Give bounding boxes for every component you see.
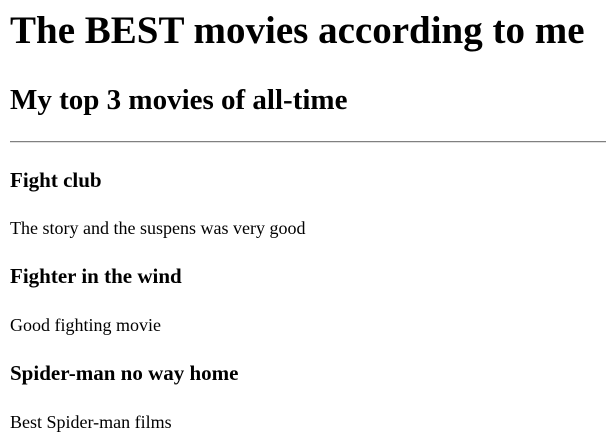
movie-title: Fight club	[10, 168, 102, 192]
movie-description: Good fighting movie	[10, 315, 161, 335]
movie-description: Best Spider-man films	[10, 412, 172, 432]
page-title: The BEST movies according to me	[10, 9, 585, 52]
movie-title: Fighter in the wind	[10, 264, 182, 288]
horizontal-divider	[10, 141, 606, 143]
page-subtitle: My top 3 movies of all-time	[10, 84, 348, 116]
movie-title: Spider-man no way home	[10, 361, 239, 385]
movie-description: The story and the suspens was very good	[10, 218, 306, 238]
page-content: The BEST movies according to me My top 3…	[0, 0, 606, 440]
